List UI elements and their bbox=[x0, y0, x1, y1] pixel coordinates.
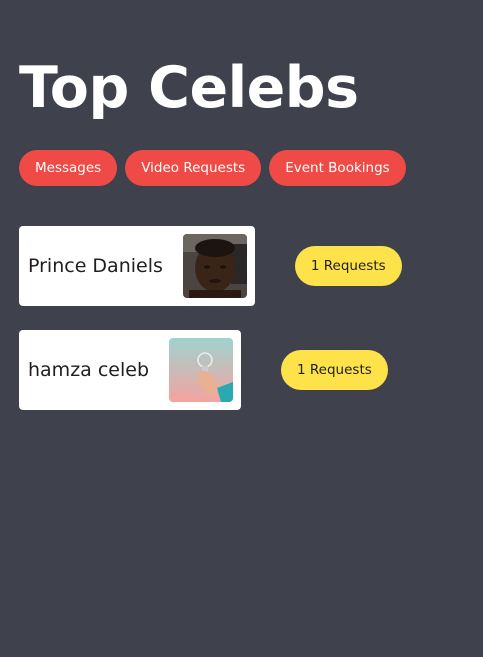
celeb-row: hamza celeb 1 Requests bbox=[19, 330, 388, 410]
avatar bbox=[182, 234, 247, 298]
celeb-card[interactable]: hamza celeb bbox=[19, 330, 242, 410]
celeb-card[interactable]: Prince Daniels bbox=[19, 226, 255, 306]
lightbulb-photo-icon bbox=[169, 338, 234, 402]
requests-badge[interactable]: 1 Requests bbox=[294, 246, 402, 286]
celeb-name: Prince Daniels bbox=[28, 255, 163, 277]
tab-messages[interactable]: Messages bbox=[19, 150, 118, 186]
avatar bbox=[169, 338, 234, 402]
celeb-row: Prince Daniels 1 Requests bbox=[19, 226, 402, 306]
person-photo-icon bbox=[182, 234, 247, 298]
tab-event-bookings[interactable]: Event Bookings bbox=[269, 150, 406, 186]
requests-badge[interactable]: 1 Requests bbox=[281, 350, 388, 390]
tab-video-requests[interactable]: Video Requests bbox=[125, 150, 262, 186]
celeb-name: hamza celeb bbox=[28, 359, 150, 381]
nav-tabs: Messages Video Requests Event Bookings bbox=[19, 150, 406, 186]
page-title: Top Celebs bbox=[19, 55, 359, 121]
